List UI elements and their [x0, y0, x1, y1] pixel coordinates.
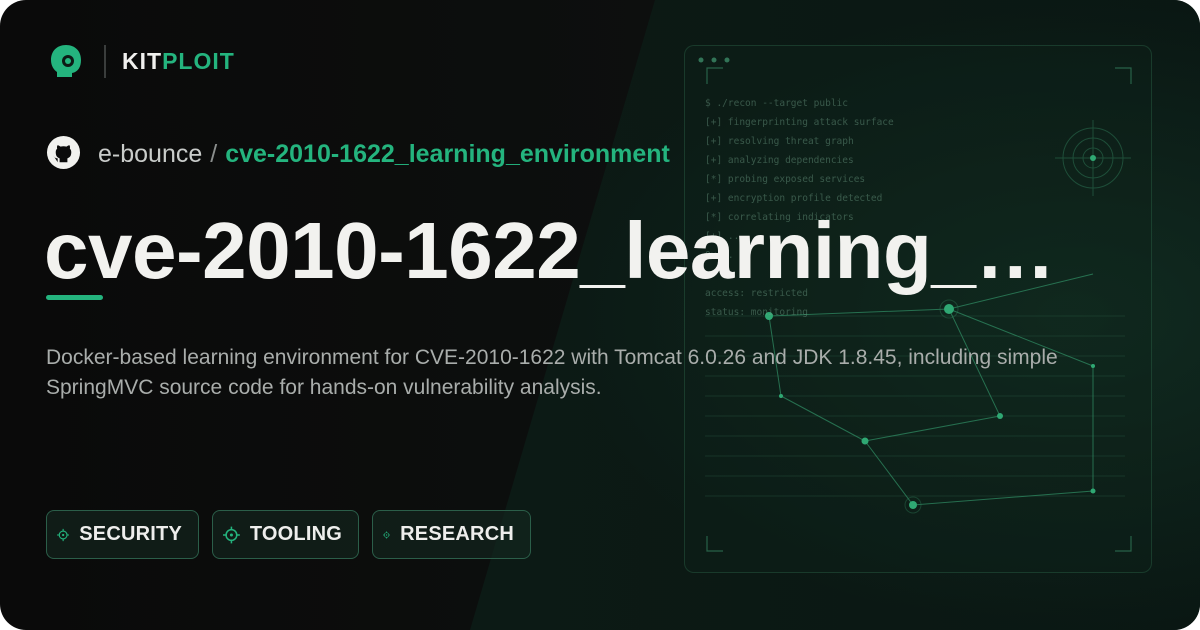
- crosshair-icon: [223, 526, 240, 543]
- brand-name-part1: KIT: [122, 48, 163, 74]
- tag-label: TOOLING: [249, 523, 342, 545]
- breadcrumb: e-bounce / cve-2010-1622_learning_environm…: [98, 139, 670, 169]
- repo-description: Docker-based learning environment for CV…: [46, 346, 1058, 399]
- brand-name-part2: PLOIT: [162, 48, 235, 74]
- terminal-panel-art: $ ./recon --target public [+] fingerprin…: [684, 45, 1152, 573]
- header-divider: [104, 45, 106, 78]
- crosshair-icon: [57, 528, 70, 541]
- breadcrumb-separator: /: [210, 140, 218, 168]
- repo-name[interactable]: cve-2010-1622_learning_environment: [225, 140, 670, 168]
- tag-label: RESEARCH: [400, 523, 514, 545]
- github-icon: [46, 135, 81, 170]
- kitploit-head-icon: [51, 45, 81, 77]
- crosshair-icon: [383, 530, 391, 539]
- tag-research[interactable]: RESEARCH: [372, 510, 531, 559]
- social-card: $ ./recon --target public [+] fingerprin…: [0, 0, 1200, 630]
- tag-tooling[interactable]: TOOLING: [212, 510, 359, 559]
- brand-name: KITPLOIT: [122, 48, 235, 74]
- repo-owner[interactable]: e-bounce: [98, 140, 202, 168]
- tag-security[interactable]: SECURITY: [46, 510, 199, 559]
- page-title: cve-2010-1622_learning_…: [44, 206, 1055, 295]
- tag-label: SECURITY: [79, 523, 182, 545]
- title-underline: [46, 295, 103, 300]
